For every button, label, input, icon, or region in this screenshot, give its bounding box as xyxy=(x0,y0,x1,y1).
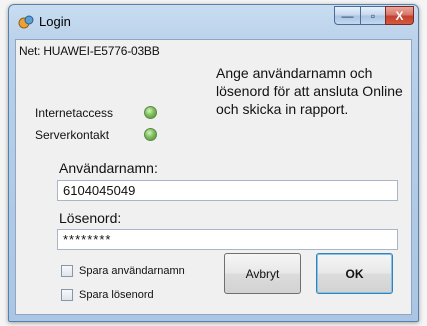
username-label: Användarnamn: xyxy=(59,160,158,176)
ok-button[interactable]: OK xyxy=(316,253,393,294)
maximize-button[interactable]: ▫ xyxy=(360,6,386,25)
instruction-text: Ange användarnamn och lösenord för att a… xyxy=(216,65,403,117)
username-field[interactable]: 6104045049 xyxy=(57,180,398,201)
window-title: Login xyxy=(39,14,71,29)
login-window: Login — ▫ X Net: HUAWEI-E5776-03BB Ange … xyxy=(8,4,419,322)
save-username-label: Spara användarnamn xyxy=(79,265,185,277)
login-form-panel: Net: HUAWEI-E5776-03BB Ange användarnamn… xyxy=(15,39,412,315)
cancel-button-label: Avbryt xyxy=(245,266,280,281)
password-label: Lösenord: xyxy=(59,210,122,226)
app-icon xyxy=(18,14,34,30)
server-contact-label: Serverkontakt xyxy=(35,128,110,142)
save-username-checkbox[interactable] xyxy=(61,265,73,277)
server-status-led xyxy=(144,128,157,141)
save-password-checkbox[interactable] xyxy=(61,289,73,301)
save-username-option[interactable]: Spara användarnamn xyxy=(61,265,185,277)
minimize-button[interactable]: — xyxy=(334,6,361,25)
internet-status-led xyxy=(144,106,157,119)
save-password-option[interactable]: Spara lösenord xyxy=(61,289,154,301)
close-icon: X xyxy=(395,8,404,23)
save-password-label: Spara lösenord xyxy=(79,289,154,301)
cancel-button[interactable]: Avbryt xyxy=(224,253,301,294)
internet-access-label: Internetaccess xyxy=(35,106,114,120)
maximize-icon: ▫ xyxy=(370,8,376,23)
close-button[interactable]: X xyxy=(385,6,414,25)
ok-button-label: OK xyxy=(345,266,364,281)
minimize-icon: — xyxy=(341,8,354,23)
network-label: Net: HUAWEI-E5776-03BB xyxy=(19,44,160,58)
title-bar[interactable]: Login — ▫ X xyxy=(9,5,418,39)
password-field[interactable]: ******** xyxy=(57,229,398,250)
